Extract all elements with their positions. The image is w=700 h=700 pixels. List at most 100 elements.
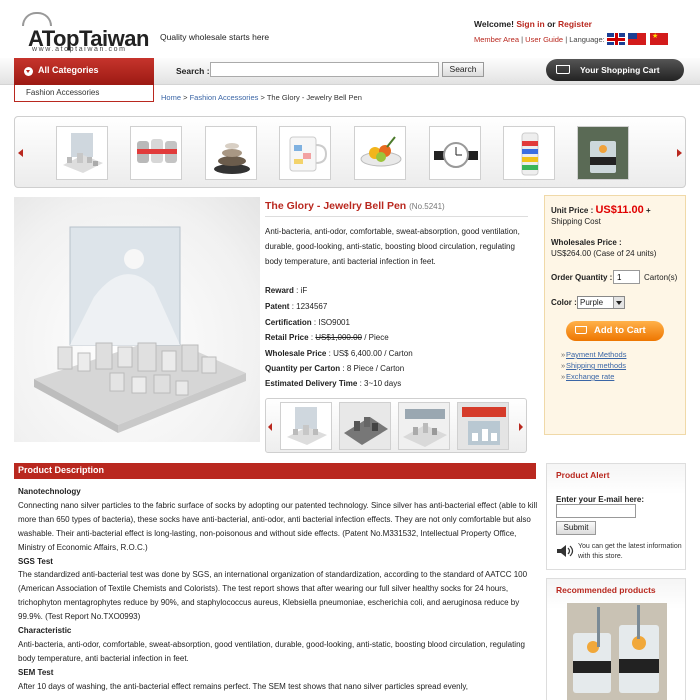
product-thumb-4[interactable]	[457, 402, 509, 450]
sem-test-text: After 10 days of washing, the anti-bacte…	[18, 681, 469, 691]
product-number: (No.5241)	[409, 202, 445, 211]
recommended-products-panel: Recommended products	[546, 578, 686, 700]
welcome-bar: Welcome! Sign in or Register	[474, 19, 592, 29]
characteristic-text: Anti-bacteria, anti-odor, comfortable, s…	[18, 639, 525, 663]
characteristic-title: Characteristic	[18, 626, 72, 636]
carousel-thumb-cans[interactable]	[130, 126, 182, 180]
chevron-down-icon	[24, 67, 33, 76]
breadcrumb-category[interactable]: Fashion Accessories	[190, 93, 259, 102]
recommended-product-image[interactable]	[567, 603, 667, 700]
sem-test-title: SEM Test	[18, 667, 54, 677]
recommended-products-title: Recommended products	[556, 585, 656, 595]
payment-methods-link[interactable]: Payment Methods	[561, 350, 626, 359]
site-logo[interactable]: ATopTaiwan www.atoptaiwan.com	[18, 6, 158, 53]
product-summary: Anti-bacteria, anti-odor, comfortable, s…	[265, 227, 520, 267]
quantity-per-carton-value: 8 Piece / Carton	[346, 364, 405, 373]
cart-icon	[556, 65, 570, 74]
carousel-thumb-fruit-dish[interactable]	[354, 126, 406, 180]
wholesale-value: US$264.00 (Case of 24 units)	[551, 249, 657, 258]
sign-in-link[interactable]: Sign in	[516, 19, 544, 29]
unit-price-row: Unit Price : US$11.00 +	[551, 204, 651, 216]
carousel-thumb-mug[interactable]	[279, 126, 331, 180]
cart-icon	[575, 326, 587, 334]
nanotechnology-text: Connecting nano silver particles to the …	[18, 500, 538, 552]
unit-price-value: US$11.00	[595, 204, 644, 216]
product-title: The Glory - Jewelry Bell Pen (No.5241)	[265, 200, 445, 212]
flag-english-icon[interactable]	[607, 33, 625, 45]
order-quantity-input[interactable]	[613, 270, 640, 284]
dropdown-arrow-icon	[613, 297, 624, 308]
product-alert-title: Product Alert	[556, 470, 610, 480]
logo-arc-icon	[22, 12, 52, 26]
email-field[interactable]	[556, 504, 636, 518]
patent-value: 1234567	[296, 302, 328, 311]
language-label: Language:	[569, 35, 605, 44]
product-description-heading: Product Description	[14, 463, 536, 479]
tagline: Quality wholesale starts here	[160, 32, 270, 42]
thumb-next-icon[interactable]	[519, 423, 523, 431]
order-quantity-label: Order Quantity :	[551, 273, 613, 282]
submit-button[interactable]: Submit	[556, 521, 596, 535]
email-label: Enter your E-mail here:	[556, 495, 645, 504]
speaker-icon	[557, 545, 574, 557]
retail-price-row: Retail Price : US$1,000.00 / Piece	[265, 333, 389, 342]
member-area-link[interactable]: Member Area	[474, 35, 519, 44]
carousel-thumb-watch[interactable]	[429, 126, 481, 180]
carousel-thumb-glass[interactable]	[577, 126, 629, 180]
flag-simplified-chinese-icon[interactable]	[650, 32, 668, 45]
top-links: Member Area | User Guide | Language:	[474, 35, 605, 44]
current-category[interactable]: Fashion Accessories	[14, 85, 154, 102]
delivery-time-value: 3~10 days	[364, 379, 402, 388]
all-categories-button[interactable]: All Categories	[14, 58, 154, 85]
product-thumb-1[interactable]	[280, 402, 332, 450]
product-main-image[interactable]	[14, 197, 260, 442]
register-link[interactable]: Register	[558, 19, 592, 29]
color-label: Color :	[551, 298, 577, 307]
wholesale-price-value: US$ 6,400.00 / Carton	[333, 349, 413, 358]
product-carousel	[14, 116, 686, 188]
patent-row: Patent : 1234567	[265, 302, 328, 311]
shipping-methods-link[interactable]: Shipping methods	[561, 361, 626, 370]
delivery-time-row: Estimated Delivery Time : 3~10 days	[265, 379, 402, 388]
certification-row: Certification : ISO9001	[265, 318, 350, 327]
carousel-thumb-stones[interactable]	[205, 126, 257, 180]
wholesale-label: Wholesales Price :	[551, 238, 622, 247]
reward-row: Reward : iF	[265, 286, 308, 295]
carousel-thumb-tube[interactable]	[503, 126, 555, 180]
user-guide-link[interactable]: User Guide	[525, 35, 563, 44]
carousel-prev-icon[interactable]	[18, 149, 23, 157]
product-thumb-2[interactable]	[339, 402, 391, 450]
breadcrumb-home[interactable]: Home	[161, 93, 181, 102]
product-thumb-3[interactable]	[398, 402, 450, 450]
shopping-cart-button[interactable]: Your Shopping Cart	[546, 59, 684, 81]
thumb-prev-icon[interactable]	[268, 423, 272, 431]
search-button[interactable]: Search	[442, 62, 484, 77]
exchange-rate-link[interactable]: Exchange rate	[561, 372, 614, 381]
alert-note: You can get the latest information with …	[578, 543, 682, 560]
add-to-cart-button[interactable]: Add to Cart	[566, 321, 664, 341]
welcome-text: Welcome!	[474, 19, 514, 29]
logo-url: www.atoptaiwan.com	[32, 46, 127, 53]
search-label: Search :	[176, 66, 210, 76]
carousel-next-icon[interactable]	[677, 149, 682, 157]
carton-unit-text: Carton(s)	[644, 273, 678, 282]
search-input[interactable]	[210, 62, 439, 77]
breadcrumb-current: The Glory - Jewelry Bell Pen	[266, 93, 362, 102]
sgs-test-text: The standardized anti-bacterial test was…	[18, 570, 528, 622]
quantity-per-carton-row: Quantity per Carton : 8 Piece / Carton	[265, 364, 405, 373]
product-thumbnail-strip	[265, 398, 527, 453]
nanotechnology-title: Nanotechnology	[18, 487, 81, 496]
shipping-cost-text: Shipping Cost	[551, 217, 601, 226]
flag-traditional-chinese-icon[interactable]	[628, 33, 646, 45]
breadcrumb: Home > Fashion Accessories > The Glory -…	[161, 93, 362, 102]
or-text: or	[547, 19, 556, 29]
wholesale-price-row: Wholesale Price : US$ 6,400.00 / Carton	[265, 349, 413, 358]
retail-price-value: US$1,000.00	[315, 333, 362, 342]
carousel-thumb-jewelry-stand[interactable]	[56, 126, 108, 180]
certification-value: ISO9001	[318, 318, 350, 327]
product-description: Nanotechnology Connecting nano silver pa…	[18, 485, 538, 694]
sgs-test-title: SGS Test	[18, 556, 53, 566]
color-select[interactable]: Purple	[577, 296, 625, 309]
title-divider	[265, 216, 528, 217]
product-alert-panel: Product Alert Enter your E-mail here: Su…	[546, 463, 686, 570]
